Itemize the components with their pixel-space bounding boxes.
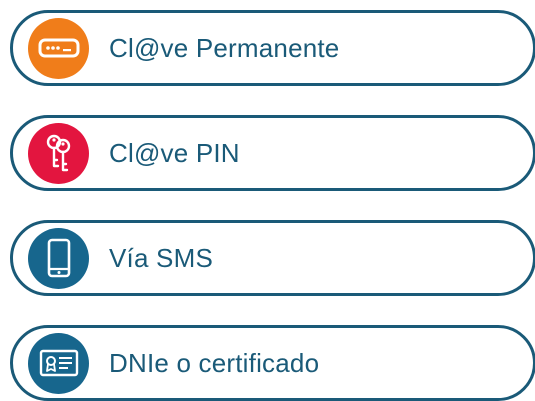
dnie-certificado-option[interactable]: DNIe o certificado xyxy=(10,325,535,401)
clave-permanente-option[interactable]: Cl@ve Permanente xyxy=(10,10,535,86)
keys-icon xyxy=(28,122,89,184)
option-label: Cl@ve Permanente xyxy=(109,32,340,63)
option-label: DNIe o certificado xyxy=(109,347,320,378)
clave-pin-option[interactable]: Cl@ve PIN xyxy=(10,115,535,191)
option-label: Cl@ve PIN xyxy=(109,137,240,168)
password-field-icon xyxy=(28,17,89,79)
id-card-certificate-icon xyxy=(28,332,89,394)
option-label: Vía SMS xyxy=(109,242,213,273)
mobile-phone-icon xyxy=(28,227,89,289)
via-sms-option[interactable]: Vía SMS xyxy=(10,220,535,296)
